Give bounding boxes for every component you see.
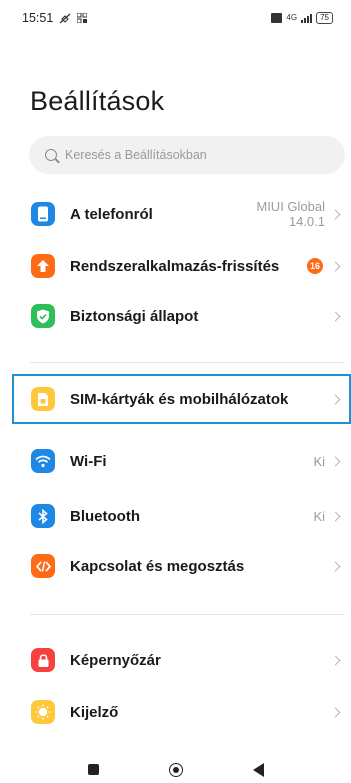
settings-item-label: SIM-kártyák és mobilhálózatok [70,390,289,408]
settings-item-label: Rendszeralkalmazás-frissítés [70,257,280,275]
sim-card-icon [31,387,55,411]
status-bar: 15:51 4G 75 [0,0,351,36]
settings-item-security-status[interactable]: Biztonsági állapot [0,292,351,340]
settings-item-label: Bluetooth [70,507,140,525]
chevron-right-icon [330,511,341,521]
chevron-right-icon [330,311,341,321]
home-button[interactable] [168,762,183,777]
clock: 15:51 [22,11,54,25]
chevron-right-icon [330,655,341,665]
section-divider [30,614,345,615]
recent-apps-button[interactable] [87,764,99,775]
sim-status-icon [271,13,283,23]
settings-item-label: Biztonsági állapot [70,307,199,325]
connection-sharing-icon [31,554,55,578]
search-icon [45,149,57,161]
back-button[interactable] [252,762,264,777]
bluetooth-status-value: Ki [313,508,325,524]
section-divider [30,362,345,363]
signal-icon [301,13,313,23]
settings-item-screen-lock[interactable]: Képernyőzár [0,636,351,684]
settings-item-system-app-updates[interactable]: Rendszeralkalmazás-frissítés 16 [0,242,351,290]
chevron-right-icon [330,707,341,717]
update-count-badge: 16 [307,258,323,274]
phone-icon [31,202,55,226]
settings-item-value: MIUI Global 14.0.1 [256,199,325,229]
wifi-status-value: Ki [313,453,325,469]
settings-item-label: Képernyőzár [70,651,161,669]
settings-item-label: Kijelző [70,703,119,721]
battery-icon: 75 [316,12,333,24]
chevron-right-icon [330,261,341,271]
page-title: Beállítások [30,86,165,116]
grid-icon [77,13,88,23]
navigation-bar [0,756,351,783]
chevron-right-icon [330,209,341,219]
settings-item-wifi[interactable]: Wi-Fi Ki [0,437,351,485]
settings-item-bluetooth[interactable]: Bluetooth Ki [0,492,351,540]
bluetooth-icon [31,504,55,528]
chevron-right-icon [330,456,341,466]
lock-icon [31,648,55,672]
no-vibrate-icon [59,13,71,23]
network-type: 4G [286,13,298,22]
shield-check-icon [31,304,55,328]
sun-icon [31,700,55,724]
wifi-icon [31,449,55,473]
settings-item-label: A telefonról [70,205,153,223]
settings-item-display[interactable]: Kijelző [0,688,351,736]
settings-item-about-phone[interactable]: A telefonról MIUI Global 14.0.1 [0,190,351,238]
chevron-right-icon [330,561,341,571]
settings-item-connection-sharing[interactable]: Kapcsolat és megosztás [0,542,351,590]
search-bar[interactable] [29,136,345,174]
settings-item-sim-cards[interactable]: SIM-kártyák és mobilhálózatok [0,375,351,423]
chevron-right-icon [330,394,341,404]
settings-item-label: Wi-Fi [70,452,107,470]
settings-item-label: Kapcsolat és megosztás [70,557,245,575]
arrow-up-icon [31,254,55,278]
search-input[interactable] [65,148,325,162]
